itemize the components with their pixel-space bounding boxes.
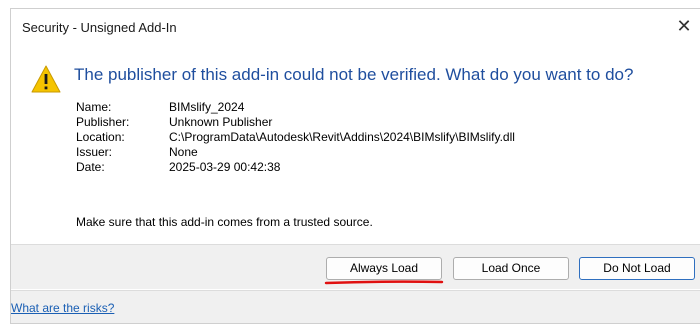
detail-value: C:\ProgramData\Autodesk\Revit\Addins\202… — [169, 130, 515, 144]
always-load-button[interactable]: Always Load — [326, 257, 442, 280]
detail-label: Location: — [76, 130, 125, 144]
trusted-source-note: Make sure that this add-in comes from a … — [76, 215, 373, 229]
detail-label: Name: — [76, 100, 112, 114]
dialog-heading: The publisher of this add-in could not b… — [74, 65, 634, 84]
warning-triangle-icon — [31, 65, 61, 93]
detail-value: BIMslify_2024 — [169, 100, 245, 114]
title-bar: Security - Unsigned Add-In ✕ — [11, 9, 700, 45]
detail-label: Issuer: — [76, 145, 113, 159]
detail-row-date: Date: 2025-03-29 00:42:38 — [76, 160, 515, 175]
window-title: Security - Unsigned Add-In — [22, 20, 177, 35]
detail-row-name: Name: BIMslify_2024 — [76, 100, 515, 115]
what-are-the-risks-link[interactable]: What are the risks? — [11, 301, 114, 315]
detail-label: Date: — [76, 160, 105, 174]
red-annotation-underline — [324, 280, 444, 285]
detail-value: Unknown Publisher — [169, 115, 273, 129]
load-once-button[interactable]: Load Once — [453, 257, 569, 280]
detail-row-location: Location: C:\ProgramData\Autodesk\Revit\… — [76, 130, 515, 145]
do-not-load-button[interactable]: Do Not Load — [579, 257, 695, 280]
detail-row-issuer: Issuer: None — [76, 145, 515, 160]
detail-value: None — [169, 145, 198, 159]
detail-value: 2025-03-29 00:42:38 — [169, 160, 281, 174]
detail-row-publisher: Publisher: Unknown Publisher — [76, 115, 515, 130]
close-icon[interactable]: ✕ — [671, 13, 697, 39]
detail-label: Publisher: — [76, 115, 130, 129]
unsigned-addin-dialog: Security - Unsigned Add-In ✕ The publish… — [10, 8, 700, 324]
addin-details: Name: BIMslify_2024 Publisher: Unknown P… — [76, 100, 515, 175]
dialog-footer: What are the risks? — [11, 290, 700, 323]
